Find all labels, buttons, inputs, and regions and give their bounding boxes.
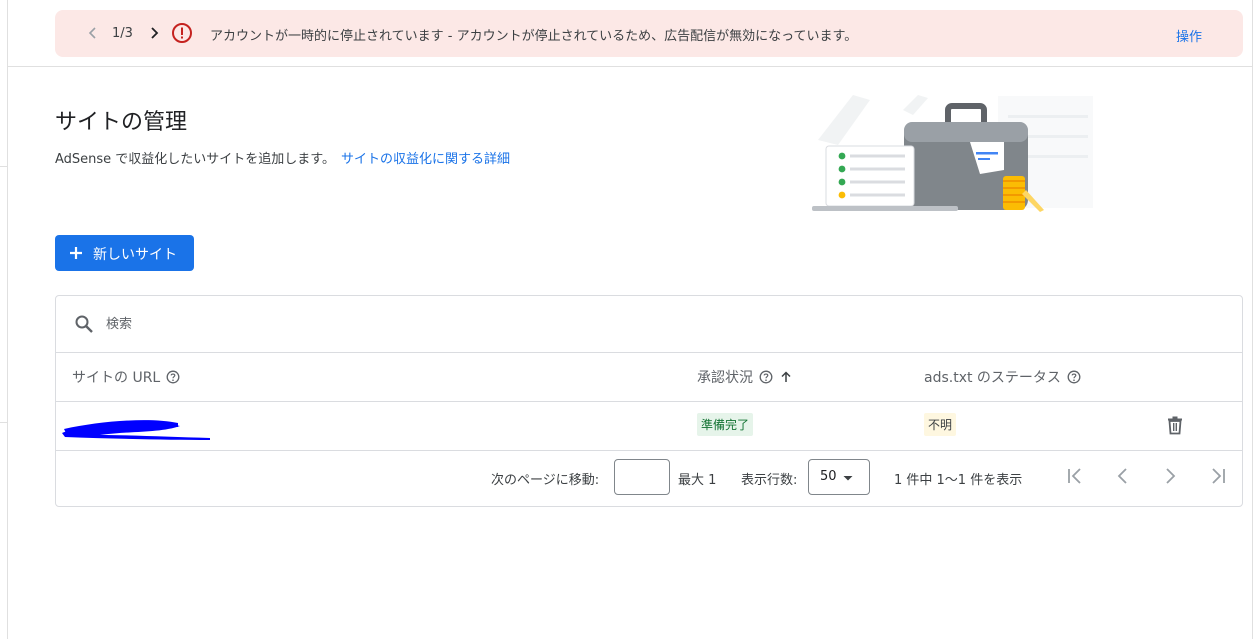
- plus-icon: [70, 247, 82, 259]
- sites-table-card: サイトの URL 承認状況 ads.txt のステータス: [55, 295, 1243, 507]
- alert-counter: 1/3: [112, 26, 133, 41]
- search-icon: [75, 315, 93, 333]
- rows-per-page-value: 50: [820, 469, 837, 484]
- sort-arrow-up-icon[interactable]: [779, 370, 793, 384]
- help-icon[interactable]: [759, 370, 773, 384]
- rail-divider: [0, 422, 7, 423]
- page-title: サイトの管理: [55, 110, 188, 135]
- rail-divider: [0, 166, 7, 167]
- approval-status-badge: 準備完了: [697, 413, 754, 436]
- new-site-label: 新しいサイト: [93, 247, 177, 263]
- table-header-row: サイトの URL 承認状況 ads.txt のステータス: [56, 352, 1242, 402]
- column-header-ads-txt-label: ads.txt のステータス: [924, 370, 1061, 386]
- max-page-label: 最大 1: [678, 473, 717, 488]
- column-header-approval[interactable]: 承認状況: [697, 367, 793, 387]
- table-row: 準備完了 不明: [56, 401, 1242, 451]
- error-icon: [172, 23, 192, 43]
- chevron-left-icon[interactable]: [85, 25, 101, 41]
- account-suspended-alert: 1/3 アカウントが一時的に停止されています - アカウントが停止されているため…: [55, 10, 1243, 57]
- ads-txt-status-badge: 不明: [924, 413, 957, 436]
- previous-page-icon[interactable]: [1112, 465, 1134, 487]
- caret-down-icon: [843, 476, 853, 481]
- next-page-icon[interactable]: [1159, 465, 1181, 487]
- goto-page-input[interactable]: [614, 459, 670, 495]
- column-header-url-label: サイトの URL: [72, 370, 161, 386]
- range-text: 1 件中 1～1 件を表示: [894, 473, 1023, 488]
- alert-message: アカウントが一時的に停止されています - アカウントが停止されているため、広告配…: [210, 29, 858, 44]
- last-page-icon[interactable]: [1207, 465, 1229, 487]
- column-header-approval-label: 承認状況: [697, 370, 753, 386]
- learn-more-link[interactable]: サイトの収益化に関する詳細: [341, 152, 510, 167]
- table-search-bar: [56, 296, 1242, 353]
- column-header-url[interactable]: サイトの URL: [72, 367, 180, 387]
- search-input[interactable]: [104, 311, 608, 337]
- chevron-right-icon[interactable]: [146, 25, 162, 41]
- help-icon[interactable]: [166, 370, 180, 384]
- header-divider: [7, 66, 1253, 67]
- alert-action-link[interactable]: 操作: [1176, 26, 1202, 45]
- description-text: AdSense で収益化したいサイトを追加します。: [55, 152, 336, 167]
- column-header-ads-txt[interactable]: ads.txt のステータス: [924, 367, 1081, 387]
- rows-per-page-select[interactable]: 50: [808, 459, 870, 495]
- goto-page-label: 次のページに移動:: [491, 473, 600, 488]
- page-description: AdSense で収益化したいサイトを追加します。 サイトの収益化に関する詳細: [55, 148, 510, 167]
- rows-per-page-label: 表示行数:: [741, 473, 798, 488]
- briefcase-illustration: [812, 95, 1093, 212]
- first-page-icon[interactable]: [1064, 465, 1086, 487]
- left-nav-rail: [0, 0, 8, 639]
- trash-icon[interactable]: [1165, 415, 1185, 435]
- redacted-site-url: [62, 420, 210, 440]
- new-site-button[interactable]: 新しいサイト: [55, 235, 194, 271]
- pagination-bar: 次のページに移動: 最大 1 表示行数: 50 1 件中 1～1 件を表示: [56, 451, 1242, 507]
- help-icon[interactable]: [1067, 370, 1081, 384]
